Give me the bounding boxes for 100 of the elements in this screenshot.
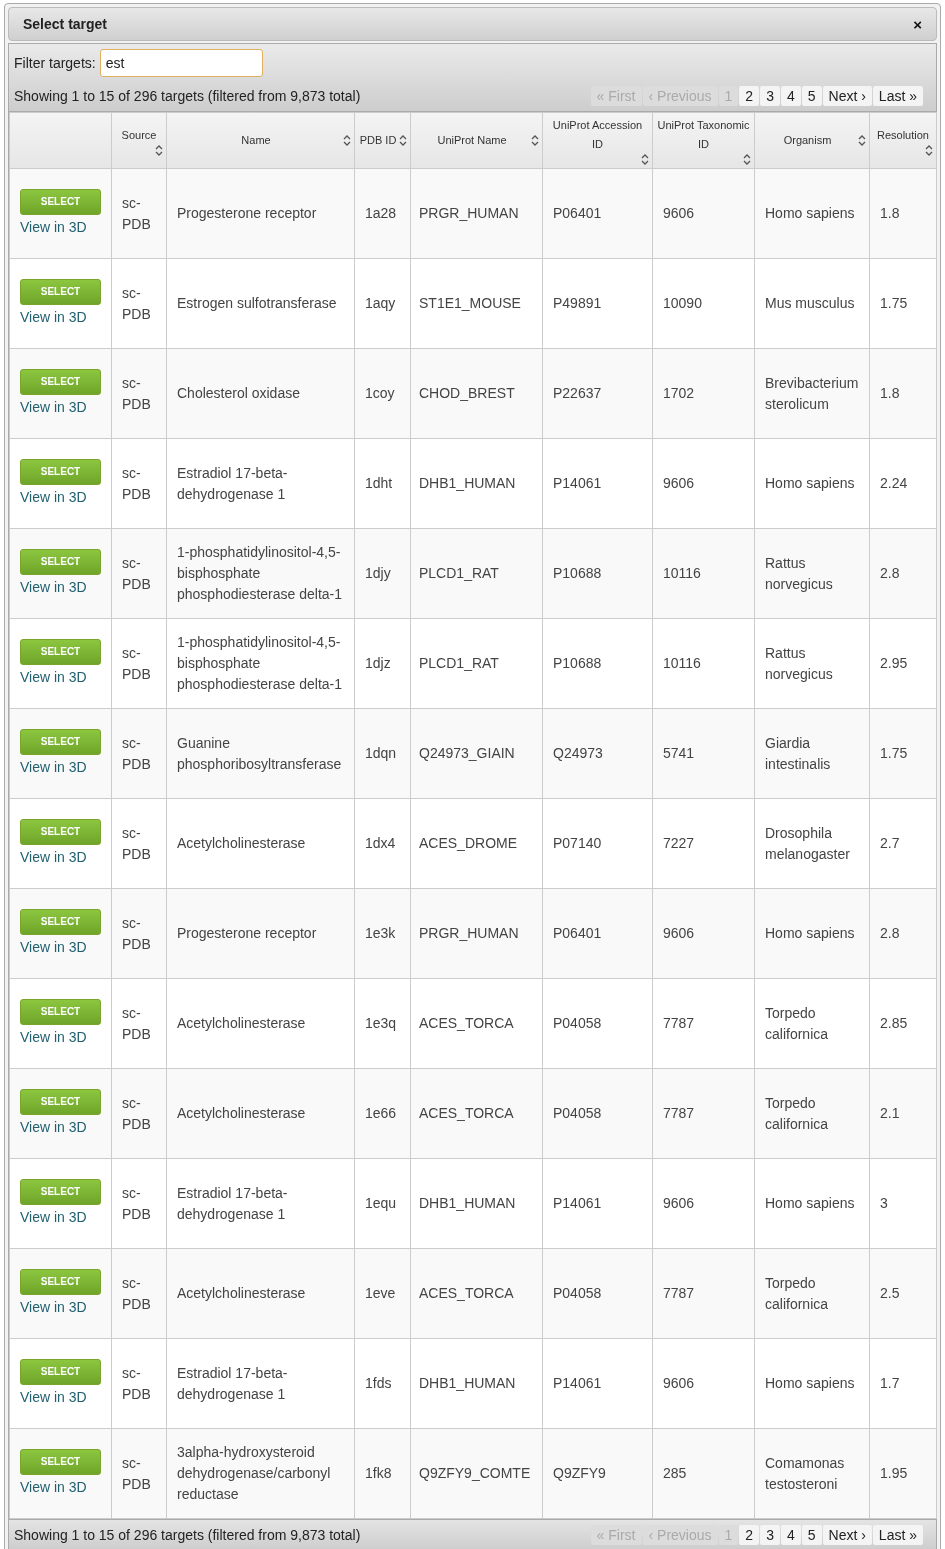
table-cell-text: DHB1_HUMAN	[419, 1374, 517, 1393]
table-cell-text: 10090	[663, 294, 703, 313]
view-3d-link[interactable]: View in 3D	[20, 1116, 87, 1138]
view-3d-link[interactable]: View in 3D	[20, 486, 87, 508]
table-cell-text: 2.5	[880, 1284, 901, 1303]
table-cell-text: 1dht	[365, 474, 394, 493]
table-cell-text: Homo sapiens	[765, 204, 856, 223]
table-cell-text: Q9ZFY9	[553, 1464, 607, 1483]
table-cell-text: PRGR_HUMAN	[419, 924, 520, 943]
table-cell-text: 5741	[663, 744, 696, 763]
table-cell-text: Estrogen sulfotransferase	[177, 294, 338, 313]
view-3d-link[interactable]: View in 3D	[20, 936, 87, 958]
table-cell-text: 9606	[663, 1194, 696, 1213]
dialog-title: Select target	[23, 14, 108, 34]
pagination-button[interactable]: 5	[801, 86, 822, 106]
column-header[interactable]: UniProt Name	[437, 131, 516, 150]
table-cell-text: 9606	[663, 1374, 696, 1393]
pagination-button[interactable]: Last »	[872, 86, 923, 106]
table-cell-text: Q9ZFY9_COMTE	[419, 1464, 532, 1483]
pagination-button[interactable]: 4	[780, 1525, 801, 1545]
table-cell-text: 1dx4	[365, 834, 397, 853]
table-cell-text: 1aqy	[365, 294, 397, 313]
table-cell-text: 1.8	[880, 384, 901, 403]
table-cell-text: sc-PDB	[122, 1363, 152, 1404]
column-header[interactable]: Name	[241, 131, 280, 150]
pagination-button[interactable]: Last »	[872, 1525, 923, 1545]
table-cell-text: 2.24	[880, 474, 909, 493]
table-cell-text: Drosophila melanogaster	[765, 823, 851, 864]
table-cell-text: Guanine phosphoribosyltransferase	[177, 733, 343, 774]
table-cell-text: 1.95	[880, 1464, 909, 1483]
view-3d-link[interactable]: View in 3D	[20, 846, 87, 868]
table-cell-text: Estradiol 17-beta-dehydrogenase 1	[177, 1183, 289, 1224]
table-cell-text: Cholesterol oxidase	[177, 384, 301, 403]
pagination-button[interactable]: 2	[739, 86, 760, 106]
table-cell-text: 1-phosphatidylinositol-4,5-bisphosphate phosphodiesterase delta-1	[177, 633, 343, 694]
table-cell-text: Acetylcholinesterase	[177, 1014, 307, 1033]
table-cell-text: P04058	[553, 1284, 603, 1303]
table-cell-text: 2.1	[880, 1104, 901, 1123]
entries-info: Showing 1 to 15 of 296 targets (filtered from 9,873 total)	[14, 86, 361, 106]
table-cell-text: DHB1_HUMAN	[419, 1194, 517, 1213]
table-cell-text: 1.75	[880, 744, 909, 763]
view-3d-link[interactable]: View in 3D	[20, 306, 87, 328]
pagination-button[interactable]: 4	[780, 86, 801, 106]
table-cell-text: sc-PDB	[122, 373, 152, 414]
pagination-button[interactable]: Next ›	[822, 1525, 872, 1545]
table-cell-text: P10688	[553, 564, 603, 583]
table-cell-text: P14061	[553, 474, 603, 493]
view-3d-link[interactable]: View in 3D	[20, 1026, 87, 1048]
table-cell-text: Q24973	[553, 744, 604, 763]
table-cell-text: PLCD1_RAT	[419, 654, 500, 673]
view-3d-link[interactable]: View in 3D	[20, 756, 87, 778]
filter-field[interactable]: est	[99, 49, 263, 77]
view-3d-link[interactable]: View in 3D	[20, 1386, 87, 1408]
view-3d-link[interactable]: View in 3D	[20, 576, 87, 598]
pagination-button[interactable]: Next ›	[822, 86, 872, 106]
view-3d-link[interactable]: View in 3D	[20, 1476, 87, 1498]
table-cell-text: P07140	[553, 834, 603, 853]
table-cell-text: Acetylcholinesterase	[177, 1104, 307, 1123]
view-3d-link[interactable]: View in 3D	[20, 216, 87, 238]
pagination-button[interactable]: 2	[739, 1525, 760, 1545]
table-cell-text: 10116	[663, 654, 702, 673]
table-cell-text: P49891	[553, 294, 603, 313]
table-cell-text: sc-PDB	[122, 1183, 152, 1224]
table-cell-text: Homo sapiens	[765, 1374, 856, 1393]
table-cell-text: 1equ	[365, 1194, 398, 1213]
pagination-button[interactable]: 3	[760, 1525, 780, 1545]
table-cell-text: 1fk8	[365, 1464, 393, 1483]
table-cell-text: 7227	[663, 834, 696, 853]
table-cell-text: 1702	[663, 384, 696, 403]
table-cell-text: CHOD_BREST	[419, 384, 516, 403]
table-cell-text: sc-PDB	[122, 1453, 152, 1494]
table-cell-text: sc-PDB	[122, 643, 152, 684]
entries-info: Showing 1 to 15 of 296 targets (filtered from 9,873 total)	[14, 1525, 361, 1545]
table-cell-text: 1.8	[880, 204, 901, 223]
table-cell-text: 1djz	[365, 654, 392, 673]
view-3d-link[interactable]: View in 3D	[20, 1206, 87, 1228]
table-cell-text: 9606	[663, 204, 696, 223]
table-cell-text: ACES_TORCA	[419, 1104, 515, 1123]
table-cell-text: 7787	[663, 1284, 696, 1303]
pagination-button[interactable]: 3	[760, 86, 780, 106]
table-cell-text: 9606	[663, 924, 696, 943]
table-cell-text: 2.7	[880, 834, 901, 853]
table-cell-text: P06401	[553, 924, 603, 943]
table-cell-text: 1eve	[365, 1284, 397, 1303]
table-cell-text: Homo sapiens	[765, 474, 856, 493]
table-cell-text: Progesterone receptor	[177, 204, 318, 223]
table-cell-text: 2.85	[880, 1014, 909, 1033]
table-cell-text: 1e3k	[365, 924, 397, 943]
table-cell-text: 285	[663, 1464, 688, 1483]
view-3d-link[interactable]: View in 3D	[20, 396, 87, 418]
table-cell-text: 1.75	[880, 294, 909, 313]
column-header[interactable]: Organism	[783, 131, 841, 150]
table-cell-text: Mus musculus	[765, 294, 856, 313]
table-cell-text: 7787	[663, 1014, 696, 1033]
view-3d-link[interactable]: View in 3D	[20, 1296, 87, 1318]
view-3d-link[interactable]: View in 3D	[20, 666, 87, 688]
close-button[interactable]: ×	[913, 16, 922, 32]
pagination-button[interactable]: 5	[801, 1525, 822, 1545]
table-cell-text: ST1E1_MOUSE	[419, 294, 522, 313]
table-cell-text: Progesterone receptor	[177, 924, 318, 943]
